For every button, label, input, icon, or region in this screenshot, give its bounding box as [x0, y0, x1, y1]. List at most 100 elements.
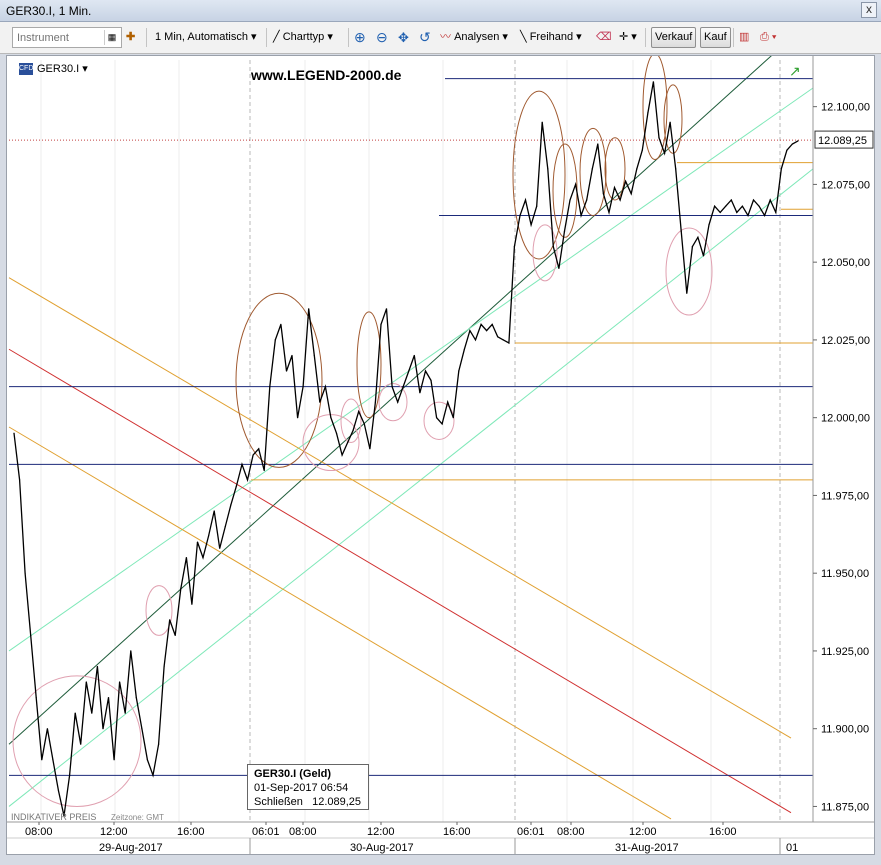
y-tick-label: 12.075,00 — [821, 179, 870, 191]
instrument-input[interactable] — [13, 28, 107, 47]
price-point — [680, 230, 682, 232]
price-point — [413, 354, 415, 357]
analysen-dropdown[interactable]: 〰 Analysen ▾ — [440, 27, 508, 48]
price-axis: 12.100,00 12.075,00 12.050,00 12.025,00 12.0… — [789, 56, 874, 822]
reset-icon[interactable]: ↺ — [419, 27, 431, 48]
freihand-label: Freihand — [529, 31, 574, 43]
close-icon[interactable]: x — [861, 2, 877, 18]
price-point — [191, 603, 193, 605]
kauf-button[interactable]: Kauf — [700, 27, 731, 48]
price-point — [169, 619, 171, 621]
price-point — [613, 186, 616, 189]
last-price-label: 12.089,25 — [818, 135, 867, 147]
price-point — [291, 354, 293, 357]
price-point — [769, 199, 771, 201]
verkauf-button[interactable]: Verkauf — [651, 27, 697, 48]
ellipse-marker — [604, 137, 626, 201]
x-tick-label: 08:00 — [557, 826, 585, 838]
price-point — [235, 485, 237, 487]
symbol-legend[interactable]: CFD GER30.I ▾ — [19, 62, 88, 78]
crosshair-icon[interactable]: ✛ ▾ — [619, 27, 637, 48]
instrument-field[interactable]: ▦ — [12, 27, 122, 48]
price-point — [185, 557, 187, 559]
price-point — [719, 211, 721, 213]
price-point — [697, 236, 699, 238]
price-point — [330, 417, 332, 419]
price-point — [297, 417, 299, 419]
print-icon[interactable]: ⎙ ▾ — [760, 27, 776, 48]
price-point — [458, 370, 460, 372]
price-point — [408, 370, 410, 372]
x-tick-label: 12:00 — [100, 826, 128, 838]
y-tick-label: 11.900,00 — [821, 724, 869, 736]
price-point — [246, 479, 249, 481]
price-point — [13, 432, 15, 434]
price-chart[interactable]: www.LEGEND-2000.de 12.100,00 12.075,00 12.… — [7, 50, 874, 854]
y-tick-label: 12.100,00 — [821, 102, 870, 114]
chart-settings-icon[interactable]: ▥ — [739, 27, 749, 48]
price-point — [575, 183, 577, 185]
price-point — [491, 323, 493, 325]
instrument-picker-icon[interactable]: ▦ — [104, 30, 119, 45]
price-point — [786, 149, 788, 151]
price-point — [597, 143, 599, 145]
price-point — [30, 634, 32, 637]
eraser-icon[interactable]: ⌫ — [596, 27, 612, 48]
price-point — [758, 205, 760, 207]
chart-panel[interactable]: www.LEGEND-2000.de 12.100,00 12.075,00 12.… — [6, 50, 875, 855]
tooltip-close-value: 12.089,25 — [312, 796, 362, 808]
zoom-out-icon[interactable]: ⊖ — [376, 27, 388, 48]
freihand-dropdown[interactable]: ╲ Freihand ▾ — [520, 27, 582, 48]
toolbar-divider — [645, 28, 646, 47]
price-point — [252, 454, 254, 456]
y-tick-label: 12.000,00 — [821, 413, 870, 425]
symbol-label: GER30.I — [37, 63, 80, 75]
price-point — [652, 81, 655, 83]
y-tick-label: 11.875,00 — [821, 801, 869, 813]
price-point — [280, 323, 282, 325]
x-date-label: 29-Aug-2017 — [99, 842, 163, 854]
price-point — [385, 308, 388, 310]
price-point — [263, 469, 265, 472]
window-titlebar: GER30.I, 1 Min. x — [0, 0, 881, 22]
x-tick-label: 12:00 — [629, 826, 657, 838]
price-point — [152, 774, 154, 776]
price-point — [463, 348, 465, 350]
x-tick-label: 06:01 — [252, 826, 280, 838]
price-point — [374, 401, 376, 403]
interval-dropdown[interactable]: 1 Min, Automatisch ▾ — [155, 27, 257, 48]
footer-timezone: Zeitzone: GMT — [111, 813, 164, 822]
x-tick-label: 16:00 — [709, 826, 737, 838]
price-point — [96, 665, 98, 668]
price-point — [69, 774, 71, 776]
price-point — [141, 728, 143, 730]
price-point — [519, 214, 521, 217]
price-point — [736, 211, 738, 213]
price-point — [419, 392, 421, 394]
price-point — [764, 214, 766, 217]
zoom-in-icon[interactable]: ⊕ — [354, 27, 366, 48]
x-date-label: 31-Aug-2017 — [615, 842, 679, 854]
price-point — [57, 790, 60, 792]
fit-icon[interactable]: ✥ — [398, 27, 409, 48]
price-axis-bg — [813, 56, 874, 822]
price-point — [35, 697, 37, 699]
add-instrument-icon[interactable]: ✚ — [126, 27, 135, 48]
charttype-dropdown[interactable]: ╱ Charttyp ▾ — [273, 27, 333, 48]
price-point — [402, 386, 404, 388]
price-point — [74, 712, 76, 714]
price-point — [241, 463, 243, 465]
price-point — [747, 214, 749, 217]
price-point — [714, 205, 716, 207]
tooltip-title: GER30.I (Geld) — [254, 768, 332, 780]
watermark: www.LEGEND-2000.de — [250, 67, 402, 83]
price-point — [508, 342, 510, 344]
x-tick-label: 16:00 — [443, 826, 471, 838]
chevron-down-icon[interactable]: ▾ — [82, 63, 88, 75]
price-point — [163, 665, 165, 668]
price-point — [497, 336, 499, 338]
x-tick-label: 06:01 — [517, 826, 545, 838]
y-tick-label: 12.025,00 — [821, 335, 870, 347]
price-point — [569, 199, 571, 201]
tooltip-close-label: Schließen — [254, 796, 303, 808]
